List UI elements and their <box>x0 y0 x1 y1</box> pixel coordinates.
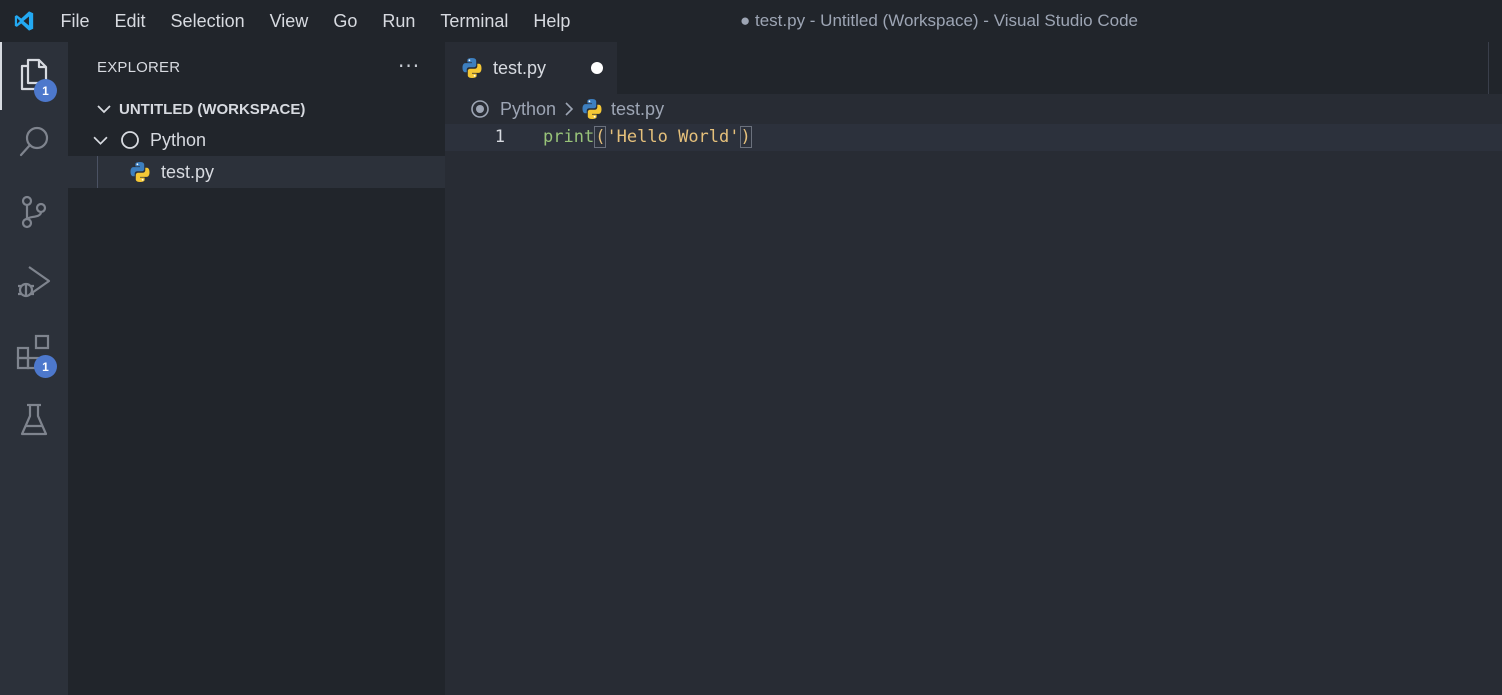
tree-item-python-folder[interactable]: Python <box>68 124 445 156</box>
tab-label: test.py <box>493 57 547 78</box>
activity-bar: 1 1 <box>0 42 68 695</box>
menu-view[interactable]: View <box>257 0 321 42</box>
explorer-badge: 1 <box>34 79 57 102</box>
menu-edit[interactable]: Edit <box>102 0 158 42</box>
activity-testing[interactable] <box>0 388 68 456</box>
sidebar-title: EXPLORER <box>97 59 181 76</box>
tree-item-test-py[interactable]: test.py <box>68 156 445 188</box>
menu-terminal[interactable]: Terminal <box>428 0 521 42</box>
code-paren-close: ) <box>739 126 752 148</box>
python-file-icon <box>461 57 483 79</box>
python-file-icon <box>581 98 603 120</box>
unsaved-dot-icon[interactable] <box>591 62 603 74</box>
title-bar: File Edit Selection View Go Run Terminal… <box>0 0 1502 42</box>
tree-item-label: Python <box>150 129 207 150</box>
activity-extensions[interactable]: 1 <box>0 320 68 388</box>
code-text[interactable]: print('Hello World') <box>543 124 752 151</box>
run-debug-icon <box>15 263 53 305</box>
chevron-down-icon <box>97 102 111 116</box>
line-number: 1 <box>494 127 505 147</box>
chevron-right-icon <box>564 102 574 116</box>
menu-selection[interactable]: Selection <box>158 0 257 42</box>
chevron-down-icon <box>93 133 108 148</box>
activity-run-debug[interactable] <box>0 250 68 318</box>
code-function: print <box>543 127 595 147</box>
source-control-icon <box>17 194 51 234</box>
menu-bar: File Edit Selection View Go Run Terminal… <box>48 0 583 42</box>
activity-search[interactable] <box>0 110 68 178</box>
code-paren-open: ( <box>594 126 607 148</box>
folder-circle-icon <box>470 99 490 119</box>
window-title: ● test.py - Untitled (Workspace) - Visua… <box>740 11 1138 30</box>
search-icon <box>17 125 51 163</box>
indent-guide <box>97 156 98 188</box>
folder-circle-icon <box>120 130 140 150</box>
editor-area: test.py Python test.py 1 print('Hello Wo… <box>445 42 1502 695</box>
breadcrumb: Python test.py <box>445 94 1502 124</box>
vertical-scrollbar[interactable] <box>1488 42 1502 94</box>
sidebar-header: EXPLORER ··· <box>68 42 445 94</box>
vscode-logo-icon <box>0 0 48 42</box>
activity-explorer[interactable]: 1 <box>0 42 68 110</box>
testing-icon <box>19 402 49 442</box>
breadcrumb-folder[interactable]: Python <box>500 99 556 120</box>
workspace-label: UNTITLED (WORKSPACE) <box>119 100 306 118</box>
tree-item-label: test.py <box>161 161 215 182</box>
tabs-bar: test.py <box>445 42 1502 94</box>
code-line[interactable]: 1 print('Hello World') <box>445 124 1502 151</box>
activity-source-control[interactable] <box>0 180 68 248</box>
explorer-sidebar: EXPLORER ··· UNTITLED (WORKSPACE) Python… <box>68 42 445 695</box>
tab-test-py[interactable]: test.py <box>445 42 617 94</box>
extensions-badge: 1 <box>34 355 57 378</box>
more-actions-icon[interactable]: ··· <box>398 54 420 78</box>
code-string: 'Hello World' <box>606 127 740 147</box>
python-file-icon <box>129 161 151 183</box>
menu-file[interactable]: File <box>48 0 102 42</box>
menu-help[interactable]: Help <box>521 0 583 42</box>
menu-run[interactable]: Run <box>370 0 428 42</box>
breadcrumb-file[interactable]: test.py <box>611 99 664 120</box>
menu-go[interactable]: Go <box>321 0 370 42</box>
workspace-header[interactable]: UNTITLED (WORKSPACE) <box>68 94 445 124</box>
